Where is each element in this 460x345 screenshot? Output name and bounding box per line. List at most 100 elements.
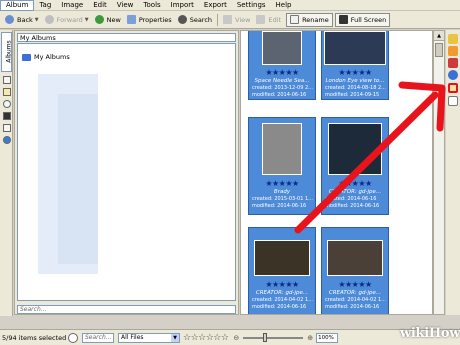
zoom-slider[interactable] (243, 332, 304, 342)
clock-tab-icon[interactable] (3, 100, 11, 108)
vertical-scrollbar[interactable]: ▲ (433, 30, 445, 315)
thumbnail-modified: modified: 2014-06-16 (252, 92, 307, 98)
menu-edit[interactable]: Edit (88, 0, 112, 11)
rating-stars[interactable]: ★★★★★ (322, 180, 388, 188)
zoom-level[interactable]: 100% (316, 332, 339, 343)
crop-icon[interactable] (448, 58, 458, 68)
thumbnail-card[interactable]: ★★★★★ CREATOR: gd-jpe... created: 2014-0… (321, 117, 389, 215)
left-tab-strip: Albums (0, 30, 13, 316)
tab-albums-label: Albums (5, 40, 13, 63)
search-label: Search (189, 15, 213, 24)
thumbnail-caption: CREATOR: gd-jpe... (255, 290, 309, 296)
file-filter-value: All Files (121, 333, 144, 341)
pencil-icon[interactable] (448, 34, 458, 44)
thumbnail-image (262, 123, 302, 175)
edit-icon (256, 15, 266, 24)
albums-panel: My Albums My Albums Search... (14, 30, 239, 315)
chevron-down-icon[interactable]: ▼ (85, 17, 89, 23)
edit-label: Edit (268, 15, 282, 24)
menu-bar: Album Tag Image Edit View Tools Import E… (0, 0, 460, 11)
thumbnail-modified: modified: 2014-06-16 (252, 203, 307, 209)
properties-icon (126, 15, 136, 24)
thumbnail-card[interactable]: ★★★★★ CREATOR: gd-jpe... created: 2014-0… (321, 227, 389, 314)
thumbnail-created: created: 2014-08-18 2... (325, 85, 386, 91)
menu-settings[interactable]: Settings (232, 0, 271, 11)
menu-import[interactable]: Import (166, 0, 199, 11)
rating-stars[interactable]: ★★★★★ (249, 69, 315, 77)
rating-filter-stars[interactable]: ☆☆☆☆☆☆ (183, 333, 229, 343)
thumbnail-caption: Space Needle Sea... (254, 78, 310, 84)
view-label: View (235, 15, 251, 24)
albums-folder-icon (22, 53, 31, 61)
tree-item-label: My Albums (34, 53, 70, 61)
albums-header: My Albums (17, 33, 236, 42)
rating-stars[interactable]: ★★★★★ (249, 180, 315, 188)
thumbnail-created: created: 2014-04-02 1... (325, 297, 386, 303)
folder-tab-icon[interactable] (3, 88, 11, 96)
status-search-input[interactable]: Search... (82, 332, 114, 343)
menu-help[interactable]: Help (271, 0, 297, 11)
thumbnail-card[interactable]: ★★★★★ London Eye view to... created: 201… (321, 31, 389, 100)
thumbnail-modified: modified: 2014-06-16 (252, 304, 307, 310)
menu-view[interactable]: View (112, 0, 139, 11)
back-label: Back (17, 15, 33, 24)
new-album-icon (94, 15, 104, 24)
scroll-up-icon[interactable]: ▲ (434, 31, 444, 41)
menu-album[interactable]: Album (0, 0, 35, 11)
menu-image[interactable]: Image (56, 0, 88, 11)
file-tab-icon[interactable] (3, 76, 11, 84)
chevron-down-icon[interactable]: ▼ (171, 333, 179, 342)
rating-stars[interactable]: ★★★★★ (322, 69, 388, 77)
forward-button[interactable]: Forward ▼ (42, 13, 92, 27)
fullscreen-button[interactable]: Full Screen (334, 12, 391, 27)
image-icon[interactable] (448, 46, 458, 56)
scrollbar-thumb[interactable] (435, 43, 443, 57)
properties-label: Properties (138, 15, 172, 24)
thumbnail-image (324, 31, 386, 65)
edit-button[interactable]: Edit (253, 13, 284, 27)
view-button[interactable]: View (220, 13, 253, 27)
binoculars-tab-icon[interactable] (3, 112, 11, 120)
chevron-down-icon[interactable]: ▼ (35, 17, 39, 23)
thumbnail-card[interactable]: ★★★★★ Space Needle Sea... created: 2013-… (248, 31, 316, 100)
thumbnail-image (327, 240, 383, 276)
globe-tab-icon[interactable] (3, 136, 11, 144)
back-button[interactable]: Back ▼ (2, 13, 42, 27)
zoom-slider-knob[interactable] (263, 332, 268, 342)
thumbnail-created: created: 2015-03-01 1... (252, 196, 313, 202)
album-tree[interactable]: My Albums (17, 43, 236, 301)
globe-icon[interactable] (448, 70, 458, 80)
thumbnail-card[interactable]: ★★★★★ CREATOR: gd-jpe... created: 2014-0… (248, 227, 316, 314)
pen-tab-icon[interactable] (3, 124, 11, 132)
selection-count: 5/94 items selected (2, 333, 67, 342)
menu-export[interactable]: Export (199, 0, 232, 11)
back-arrow-icon (5, 15, 14, 24)
search-button[interactable]: Search (175, 13, 215, 27)
properties-button[interactable]: Properties (124, 13, 175, 27)
forward-label: Forward (56, 15, 83, 24)
tag-icon[interactable] (448, 83, 458, 93)
thumbnail-card[interactable]: ★★★★★ Brady created: 2015-03-01 1... mod… (248, 117, 316, 215)
thumbnail-modified: modified: 2014-09-15 (325, 92, 380, 98)
rating-stars[interactable]: ★★★★★ (249, 281, 315, 289)
album-search-input[interactable]: Search... (17, 305, 236, 314)
zoom-in-icon[interactable]: ⊕ (307, 334, 313, 342)
fullscreen-icon (338, 15, 348, 24)
thumbnail-created: created: 2014-06-16 (325, 196, 377, 202)
zoom-out-icon[interactable]: ⊖ (233, 334, 239, 342)
view-icon (223, 15, 233, 24)
clear-search-icon[interactable] (68, 332, 78, 343)
checkbox-icon[interactable] (448, 96, 458, 106)
menu-tools[interactable]: Tools (138, 0, 165, 11)
thumbnail-image (262, 31, 302, 65)
file-filter-select[interactable]: All Files ▼ (118, 332, 180, 343)
thumbnail-created: created: 2013-12-09 2... (252, 85, 313, 91)
rename-button[interactable]: Rename (286, 12, 333, 27)
new-button[interactable]: New (92, 13, 124, 27)
thumbnail-grid[interactable]: ★★★★★ Space Needle Sea... created: 2013-… (240, 30, 433, 315)
tab-albums[interactable]: Albums (1, 32, 13, 72)
new-label: New (106, 15, 121, 24)
rating-stars[interactable]: ★★★★★ (322, 281, 388, 289)
tree-item-my-albums[interactable]: My Albums (22, 53, 70, 61)
menu-tag[interactable]: Tag (34, 0, 56, 11)
